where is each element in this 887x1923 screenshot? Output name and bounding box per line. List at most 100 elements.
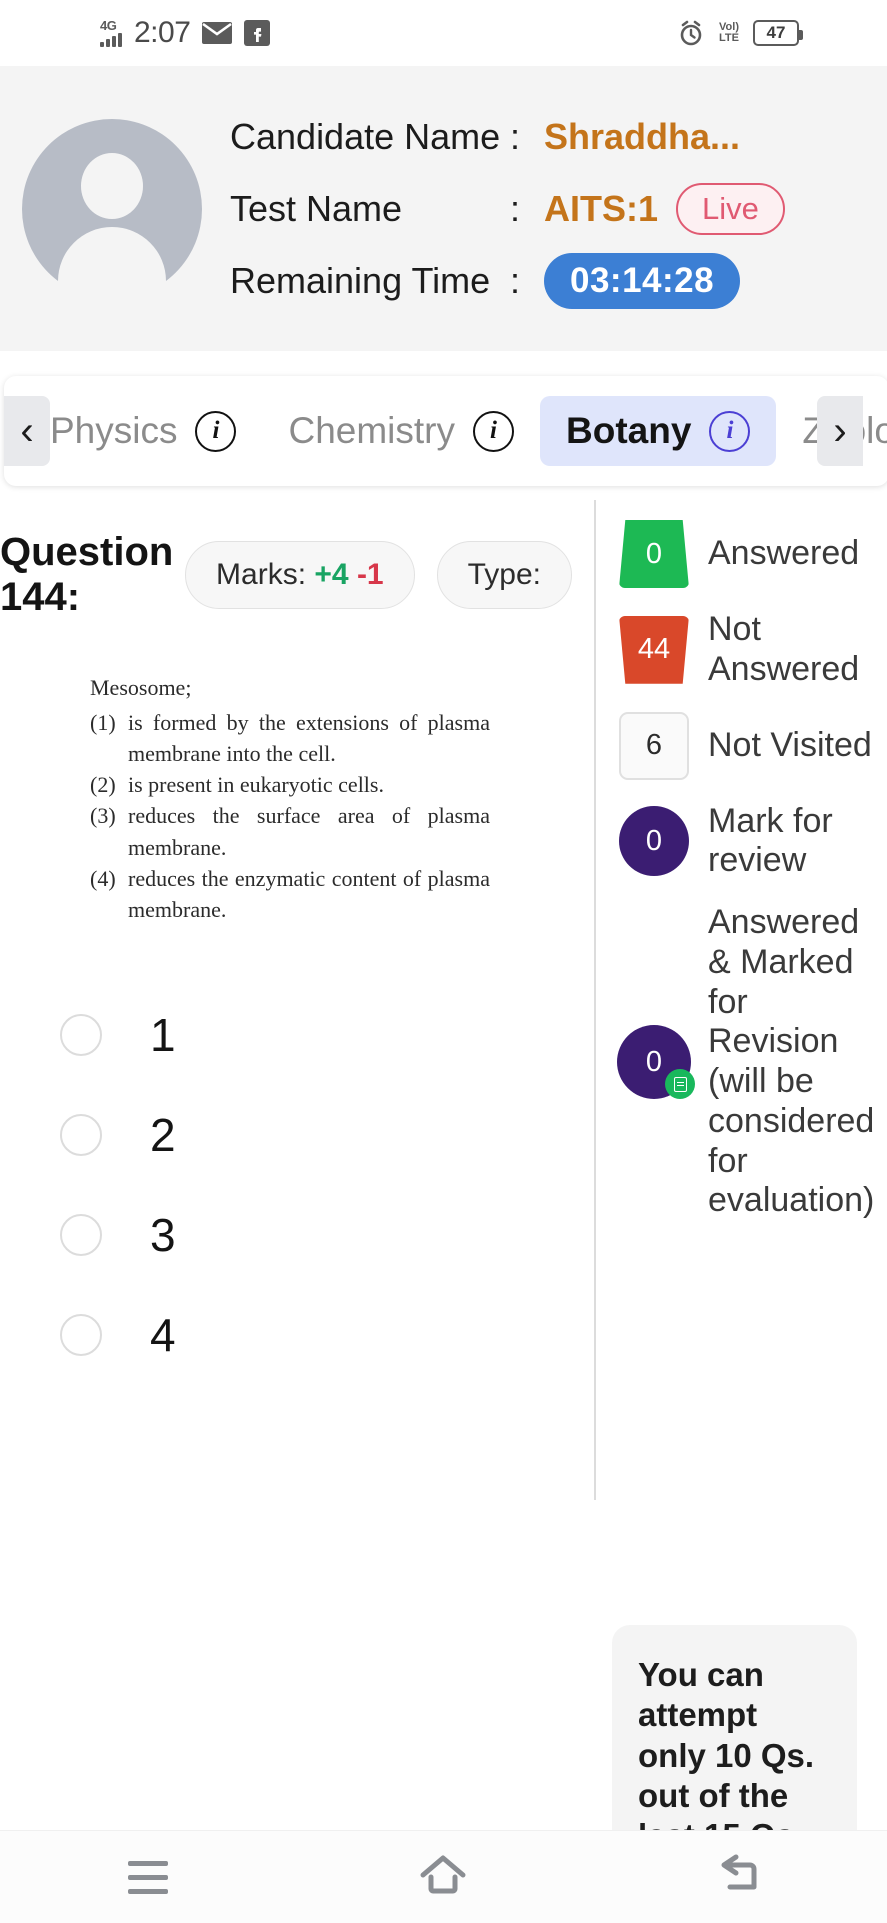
answered-badge: 0 — [612, 520, 696, 588]
facebook-icon — [244, 20, 271, 46]
question-choice: (3) reduces the surface area of plasma m… — [90, 800, 490, 862]
not-answered-badge: 44 — [612, 615, 696, 684]
legend-label-not-visited: Not Visited — [708, 725, 872, 764]
question-choice-text: reduces the enzymatic content of plasma … — [128, 865, 490, 922]
marks-positive: +4 — [314, 557, 349, 591]
status-time: 2:07 — [134, 16, 191, 49]
legend-label-mark-for-review: Mark for review — [708, 801, 833, 880]
legend-item-not-visited: 6 Not Visited — [612, 711, 887, 780]
question-stem: Mesosome; — [90, 674, 192, 700]
test-name-row: Test Name : AITS:1 Live — [230, 173, 887, 245]
not-visited-badge: 6 — [612, 711, 696, 780]
radio-button[interactable] — [60, 1314, 102, 1357]
remaining-time-colon: : — [510, 259, 521, 301]
legend-label-not-answered: Not Answered — [708, 610, 860, 688]
status-bar-left: 4G 2:07 — [100, 16, 271, 50]
tab-physics[interactable]: Physics i — [24, 396, 262, 466]
answered-count: 0 — [619, 520, 689, 588]
type-badge: Type: — [436, 540, 572, 609]
volte-line-2: LTE — [719, 32, 739, 44]
candidate-info: Candidate Name : Shraddha... Test Name :… — [230, 101, 887, 317]
candidate-name-label: Candidate Name — [230, 115, 501, 157]
answer-option-4[interactable]: 4 — [60, 1285, 594, 1385]
document-badge-icon — [665, 1069, 695, 1100]
not-answered-count: 44 — [619, 615, 689, 684]
legend-item-not-answered: 44 Not Answered — [612, 610, 887, 690]
avatar — [22, 118, 202, 303]
recents-icon — [127, 1860, 168, 1894]
main-content: Question 144: Marks: +4 -1 Type: Mesosom… — [0, 500, 887, 1887]
question-choice: (4) reduces the enzymatic content of pla… — [90, 863, 490, 925]
back-icon — [716, 1853, 762, 1902]
home-icon — [418, 1853, 468, 1902]
question-choice-number: (3) — [90, 803, 116, 829]
answer-options: 1 2 3 4 — [0, 985, 594, 1385]
question-choice: (2) is present in eukaryotic cells. — [90, 769, 490, 800]
system-navigation-bar — [0, 1830, 887, 1923]
answer-option-label: 3 — [150, 1209, 176, 1262]
mark-for-review-count: 0 — [619, 806, 689, 877]
answer-option-label: 4 — [150, 1309, 176, 1362]
home-button[interactable] — [383, 1842, 503, 1912]
battery-icon: 47 — [753, 20, 803, 46]
test-name-value: AITS:1 — [544, 187, 659, 229]
tabs-next-arrow-icon[interactable]: › — [817, 396, 863, 466]
network-type-label: 4G — [100, 18, 117, 33]
tab-botany-label: Botany — [566, 410, 692, 451]
question-choice-text: is present in eukaryotic cells. — [128, 772, 384, 798]
answer-option-2[interactable]: 2 — [60, 1085, 594, 1185]
legend-item-mark-for-review: 0 Mark for review — [612, 802, 887, 882]
question-choice-text: reduces the surface area of plasma membr… — [128, 803, 490, 860]
question-choice-number: (1) — [90, 709, 116, 735]
status-bar: 4G 2:07 Vol) LTE 47 — [0, 0, 887, 66]
legend-item-answered: 0 Answered — [612, 520, 887, 588]
avatar-body-shape — [58, 226, 166, 303]
question-choice-text: is formed by the extensions of plasma me… — [128, 709, 490, 766]
candidate-name-colon: : — [510, 115, 521, 157]
tabs-prev-arrow-icon[interactable]: ‹ — [4, 396, 50, 466]
status-bar-right: Vol) LTE 47 — [677, 19, 803, 47]
answer-option-label: 1 — [150, 1009, 176, 1062]
subject-tabbar: Physics i Chemistry i Botany i Zoology i… — [4, 376, 887, 486]
app-screen: 4G 2:07 Vol) LTE 47 Candidate Name: Shr… — [0, 0, 887, 1923]
not-visited-count: 6 — [619, 711, 689, 780]
tab-botany[interactable]: Botany i — [540, 396, 777, 466]
answer-option-1[interactable]: 1 — [60, 985, 594, 1085]
remaining-time-label: Remaining Time — [230, 259, 491, 301]
marks-badge: Marks: +4 -1 — [185, 540, 415, 609]
tab-chemistry-label: Chemistry — [288, 410, 456, 451]
answer-option-label: 2 — [150, 1109, 176, 1162]
legend-label-answered-marked: Answered & Marked for Revision (will be … — [708, 903, 875, 1220]
alarm-icon — [677, 19, 705, 47]
answer-option-3[interactable]: 3 — [60, 1185, 594, 1285]
radio-button[interactable] — [60, 1214, 102, 1257]
page-title: Question 144: — [0, 530, 174, 619]
signal-icon: 4G — [100, 19, 122, 47]
test-name-colon: : — [510, 187, 521, 229]
remaining-time-value: 03:14:28 — [544, 252, 741, 309]
info-icon[interactable]: i — [473, 410, 515, 452]
marks-negative: -1 — [356, 557, 384, 591]
candidate-header: Candidate Name : Shraddha... Test Name :… — [0, 66, 887, 351]
panel-divider — [594, 500, 596, 1500]
question-body: Mesosome; (1) is formed by the extension… — [0, 620, 594, 926]
tab-chemistry[interactable]: Chemistry i — [262, 396, 540, 466]
radio-button[interactable] — [60, 1114, 102, 1157]
volte-icon: Vol) LTE — [719, 22, 739, 44]
radio-button[interactable] — [60, 1014, 102, 1057]
question-choice-number: (2) — [90, 772, 116, 798]
info-icon[interactable]: i — [709, 410, 751, 452]
legend-label-answered: Answered — [708, 534, 860, 573]
remaining-time-row: Remaining Time : 03:14:28 — [230, 245, 887, 317]
candidate-name-row: Candidate Name : Shraddha... — [230, 101, 887, 173]
candidate-name-value: Shraddha... — [544, 115, 741, 157]
mark-for-review-badge: 0 — [612, 806, 696, 877]
info-icon[interactable]: i — [195, 410, 237, 452]
question-header: Question 144: Marks: +4 -1 Type: — [0, 500, 594, 620]
back-button[interactable] — [679, 1842, 799, 1912]
recents-button[interactable] — [88, 1842, 208, 1912]
live-badge: Live — [676, 182, 785, 235]
question-panel: Question 144: Marks: +4 -1 Type: Mesosom… — [0, 500, 594, 1830]
avatar-head-shape — [81, 152, 143, 219]
subject-tabs-scroll[interactable]: Physics i Chemistry i Botany i Zoology i — [4, 376, 887, 486]
